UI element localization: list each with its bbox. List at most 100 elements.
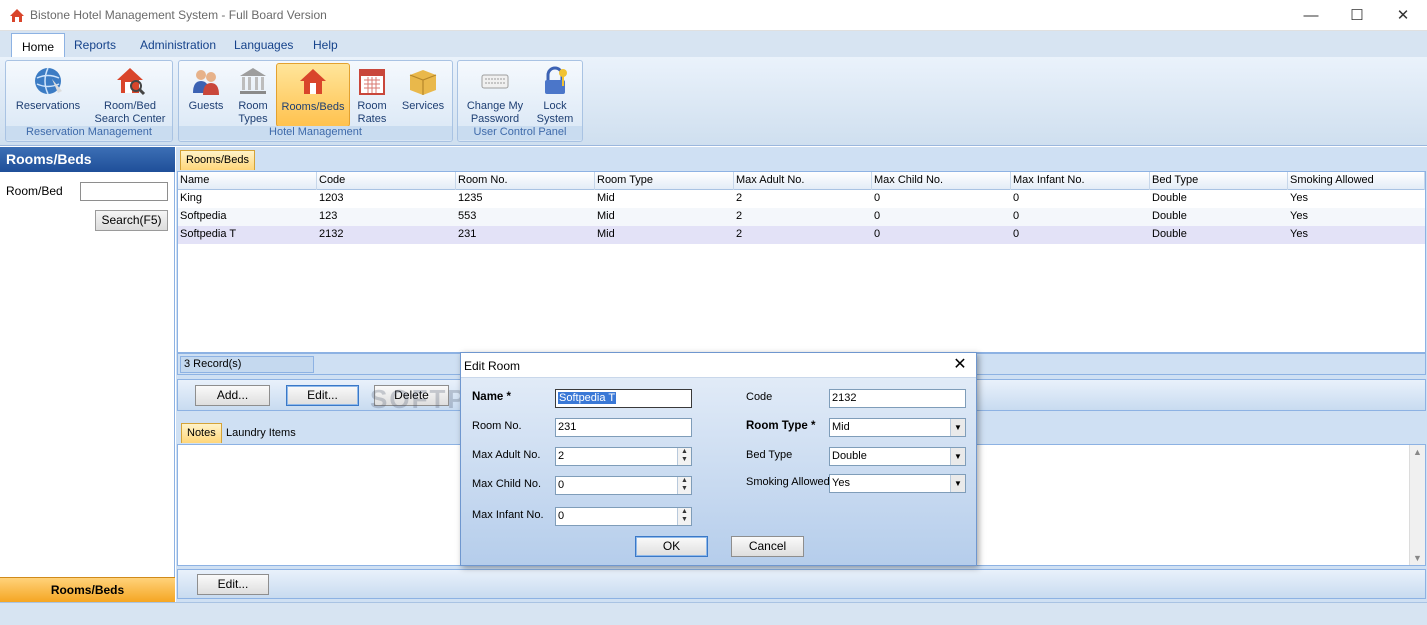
scroll-up-icon[interactable]: ▲ (1413, 447, 1422, 457)
rooms-beds-label: Rooms/Beds (281, 101, 345, 113)
cell-bed-type: Double (1152, 228, 1187, 240)
col-room-type[interactable]: Room Type (595, 172, 734, 190)
minimize-button[interactable]: — (1288, 0, 1334, 31)
tab-home[interactable]: Home (11, 33, 66, 57)
lock-system-button[interactable]: Lock System (532, 63, 578, 127)
cell-code: 1203 (319, 192, 344, 204)
guests-label: Guests (188, 100, 224, 112)
cell-code: 2132 (319, 228, 344, 240)
reservations-button[interactable]: Reservations (10, 63, 86, 127)
tab-languages[interactable]: Languages (224, 37, 303, 57)
cell-bed-type: Double (1152, 192, 1187, 204)
left-panel-title: Rooms/Beds (0, 147, 175, 172)
keyboard-icon (481, 74, 509, 89)
col-code[interactable]: Code (317, 172, 456, 190)
room-type-label: Room Type * (746, 420, 816, 432)
cell-max-infant: 0 (1013, 192, 1020, 204)
smoking-value: Yes (832, 477, 850, 489)
types-label: Types (238, 113, 268, 125)
cell-bed-type: Double (1152, 210, 1187, 222)
max-child-value: 0 (558, 479, 565, 491)
tab-reports[interactable]: Reports (64, 37, 126, 57)
user-control-panel-label: User Control Panel (458, 126, 582, 140)
room-bed-search-input[interactable] (80, 182, 168, 201)
name-input-value: Softpedia T (558, 392, 617, 404)
room-type-select[interactable]: Mid ▼ (829, 418, 966, 437)
room-label: Room (238, 100, 268, 112)
col-smoking[interactable]: Smoking Allowed (1288, 172, 1425, 190)
cell-room-no: 1235 (458, 192, 483, 204)
smoking-label: Smoking Allowed (746, 476, 830, 488)
col-bed-type[interactable]: Bed Type (1150, 172, 1288, 190)
tab-laundry-items[interactable]: Laundry Items (220, 423, 302, 443)
cell-max-adult: 2 (736, 210, 743, 222)
ok-button[interactable]: OK (635, 536, 708, 557)
cell-name: Softpedia T (180, 228, 237, 240)
room-rates-button[interactable]: Room Rates (351, 63, 393, 127)
spin-arrows-icon[interactable]: ▲ ▼ (677, 477, 691, 494)
search-button[interactable]: Search(F5) (95, 210, 168, 231)
col-max-child[interactable]: Max Child No. (872, 172, 1011, 190)
dialog-title: Edit Room (464, 359, 521, 373)
box-icon (409, 70, 437, 95)
col-max-infant[interactable]: Max Infant No. (1011, 172, 1150, 190)
room-types-button[interactable]: Room Types (231, 63, 275, 127)
cell-name: Softpedia (180, 210, 227, 222)
notes-scrollbar[interactable]: ▲ ▼ (1409, 445, 1425, 565)
title-bar: Bistone Hotel Management System - Full B… (0, 0, 1427, 31)
chevron-down-icon[interactable]: ▼ (950, 448, 965, 465)
reservation-management-label: Reservation Management (6, 126, 172, 140)
lock-icon (545, 66, 567, 94)
guests-button[interactable]: Guests (183, 63, 229, 127)
close-button[interactable]: ✕ (1380, 0, 1426, 31)
people-icon (193, 70, 219, 95)
add-button[interactable]: Add... (195, 385, 270, 406)
max-child-stepper[interactable]: 0 ▲ ▼ (555, 476, 692, 495)
edit-room-dialog: Edit Room ✕ Name * Softpedia T Code 2132… (460, 352, 977, 566)
chevron-down-icon[interactable]: ▼ (950, 475, 965, 492)
services-button[interactable]: Services (397, 63, 449, 127)
dialog-close-icon[interactable]: ✕ (948, 355, 972, 375)
table-row[interactable]: King 1203 1235 Mid 2 0 0 Double Yes (178, 190, 1425, 208)
cell-max-adult: 2 (736, 192, 743, 204)
cell-smoking: Yes (1290, 210, 1308, 222)
name-input[interactable]: Softpedia T (555, 389, 692, 408)
col-room-no[interactable]: Room No. (456, 172, 595, 190)
max-child-label: Max Child No. (472, 478, 542, 490)
calendar-icon (359, 69, 385, 95)
room-bed-search-center-button[interactable]: Room/Bed Search Center (90, 63, 170, 127)
record-count: 3 Record(s) (180, 356, 314, 373)
code-input[interactable]: 2132 (829, 389, 966, 408)
spin-arrows-icon[interactable]: ▲ ▼ (677, 508, 691, 525)
max-infant-stepper[interactable]: 0 ▲ ▼ (555, 507, 692, 526)
tab-administration[interactable]: Administration (130, 37, 226, 57)
tab-notes[interactable]: Notes (181, 423, 222, 443)
chevron-down-icon[interactable]: ▼ (950, 419, 965, 436)
table-row[interactable]: Softpedia 123 553 Mid 2 0 0 Double Yes (178, 208, 1425, 226)
edit-button[interactable]: Edit... (286, 385, 359, 406)
tab-rooms-beds[interactable]: Rooms/Beds (180, 150, 255, 170)
left-panel-footer[interactable]: Rooms/Beds (0, 577, 175, 602)
edit-notes-button[interactable]: Edit... (197, 574, 269, 595)
col-max-adult[interactable]: Max Adult No. (734, 172, 872, 190)
col-name[interactable]: Name (178, 172, 317, 190)
rooms-beds-button[interactable]: Rooms/Beds (276, 63, 350, 127)
bed-type-select[interactable]: Double ▼ (829, 447, 966, 466)
smoking-select[interactable]: Yes ▼ (829, 474, 966, 493)
spin-arrows-icon[interactable]: ▲ ▼ (677, 448, 691, 465)
reservations-label: Reservations (15, 100, 81, 112)
building-icon (240, 68, 266, 94)
tab-help[interactable]: Help (303, 37, 348, 57)
change-password-button[interactable]: Change My Password (462, 63, 528, 127)
cancel-button[interactable]: Cancel (731, 536, 804, 557)
max-adult-stepper[interactable]: 2 ▲ ▼ (555, 447, 692, 466)
maximize-button[interactable]: ☐ (1334, 0, 1380, 31)
ribbon: Reservations Room/Bed Search Center Rese… (0, 57, 1427, 146)
cell-max-child: 0 (874, 228, 881, 240)
rooms-grid: Name Code Room No. Room Type Max Adult N… (177, 171, 1426, 353)
left-panel: Rooms/Beds Room/Bed Search(F5) Rooms/Bed… (0, 147, 175, 602)
room-no-input[interactable]: 231 (555, 418, 692, 437)
scroll-down-icon[interactable]: ▼ (1413, 553, 1422, 563)
house-icon (300, 69, 326, 94)
table-row-selected[interactable]: Softpedia T 2132 231 Mid 2 0 0 Double Ye… (178, 226, 1425, 244)
